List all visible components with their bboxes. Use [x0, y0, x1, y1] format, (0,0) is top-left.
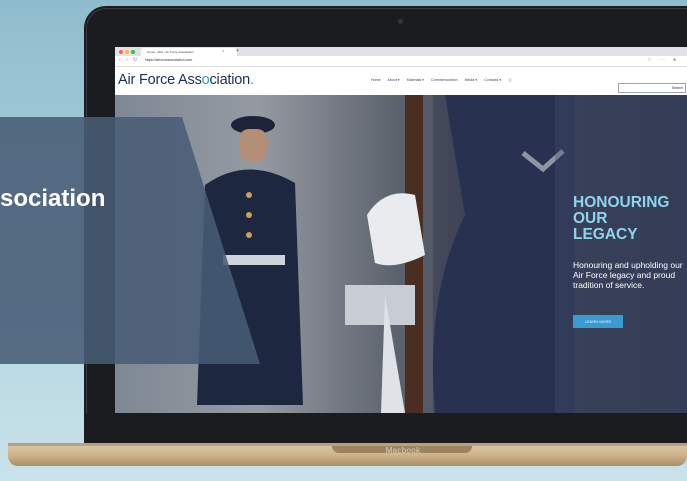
logo-text-part: ciation [209, 72, 251, 88]
reload-icon[interactable]: ↻ [133, 57, 137, 63]
search-button[interactable]: Search [672, 86, 683, 90]
hero-text-panel [555, 95, 687, 413]
logo-text-accent: o [201, 72, 210, 88]
new-tab-icon[interactable]: + [236, 48, 239, 54]
back-icon[interactable]: ‹ [119, 57, 121, 63]
maximize-window-icon[interactable] [131, 50, 135, 54]
search-input[interactable]: Search [618, 83, 686, 93]
browser-tab-bar: Home - AFA - Air Force Association × + [115, 47, 687, 56]
bookmark-icon[interactable]: ☆ [647, 57, 651, 63]
browser-address-bar: ‹ › ↻ https://airforceassociation.com ☆ … [115, 56, 687, 67]
profile-icon[interactable]: ● [673, 57, 676, 63]
learn-more-button[interactable]: LEARN MORE [573, 315, 623, 328]
logo-suffix: . [250, 72, 254, 88]
nav-item-commemoration[interactable]: Commemoration [431, 78, 458, 82]
extensions-icon[interactable]: ⋯ [660, 57, 665, 63]
camera-icon [398, 19, 403, 24]
main-nav: Home About ▾ Materials ▾ Commemoration M… [371, 78, 519, 82]
laptop-chin [84, 413, 687, 443]
tab-close-icon[interactable]: × [222, 48, 224, 53]
nav-item-materials[interactable]: Materials ▾ [407, 78, 424, 82]
nav-item-media[interactable]: Media ▾ [465, 78, 478, 82]
device-label: Macbook [385, 446, 421, 455]
overlay-title: sociation [0, 185, 106, 212]
tab-title: Home - AFA - Air Force Association [147, 50, 194, 54]
url-field[interactable]: https://airforceassociation.com [145, 58, 192, 62]
hero-subtitle: Honouring and upholding our Air Force le… [573, 260, 683, 290]
logo-text-part: Air Force Ass [118, 72, 202, 88]
hero-title-line: HONOURING [573, 194, 670, 211]
nav-item-contacts[interactable]: Contacts ▾ [484, 78, 501, 82]
forward-icon[interactable]: › [126, 57, 128, 63]
minimize-window-icon[interactable] [125, 50, 129, 54]
close-window-icon[interactable] [119, 50, 123, 54]
nav-item-home[interactable]: Home [371, 78, 381, 82]
site-header: Air Force Association. Home About ▾ Mate… [115, 67, 687, 95]
hero-title: HONOURING OUR LEGACY [573, 195, 685, 243]
hero-title-line: OUR [573, 210, 608, 227]
cart-icon[interactable]: 🛒 [508, 78, 512, 82]
nav-item-about[interactable]: About ▾ [387, 78, 399, 82]
site-logo[interactable]: Air Force Association. [118, 72, 254, 88]
hero-title-line: LEGACY [573, 226, 638, 243]
